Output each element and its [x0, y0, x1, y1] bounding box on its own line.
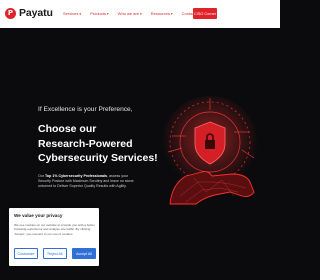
cookie-buttons: Customize Reject All Accept All	[14, 248, 96, 259]
chevron-down-icon: ▾	[140, 11, 142, 16]
ciso-corner-button[interactable]: CISO Corner	[193, 8, 217, 19]
logo-mark-icon: P	[5, 7, 16, 19]
accept-all-button[interactable]: Accept All	[72, 248, 96, 259]
cookie-title: We value your privacy	[14, 213, 63, 218]
top-navbar: P Payatu Services ▾ Products ▾ Who we ar…	[0, 0, 280, 28]
chevron-down-icon: ▾	[79, 11, 82, 16]
hero-headline: Choose our Research-Powered Cybersecurit…	[38, 122, 158, 166]
nav-item-resources[interactable]: Resources ▾	[151, 11, 173, 16]
nav-item-label: Who we are	[117, 11, 140, 16]
desc-bold: Top 1% Cybersecurity Professionals	[45, 174, 108, 178]
nav-item-label: Services	[63, 11, 79, 16]
chevron-down-icon: ▾	[170, 11, 173, 16]
hero-description: Our Top 1% Cybersecurity Professionals, …	[38, 174, 138, 190]
hand-shield-illustration	[162, 96, 258, 205]
customize-button[interactable]: Customize	[14, 248, 38, 259]
cookie-text: We use cookies on our website to provide…	[14, 223, 95, 236]
nav-item-label: Products	[90, 11, 106, 16]
lock-body-icon	[205, 140, 215, 149]
brand-name: Payatu	[19, 7, 53, 19]
headline-line: Cybersecurity Services!	[38, 152, 158, 164]
chevron-down-icon: ▾	[106, 11, 109, 16]
nav-item-services[interactable]: Services ▾	[63, 11, 81, 16]
headline-line: Choose our	[38, 123, 97, 135]
reject-all-button[interactable]: Reject All	[43, 248, 67, 259]
nav-item-who-we-are[interactable]: Who we are ▾	[118, 11, 142, 16]
desc-prefix: Our	[38, 174, 45, 178]
nav-item-label: Resources	[150, 11, 170, 16]
brand-logo[interactable]: P Payatu	[5, 7, 53, 19]
cookie-consent-banner: We value your privacy We use cookies on …	[9, 208, 99, 266]
headline-line: Research-Powered	[38, 137, 133, 150]
hero-tagline: If Excellence is your Preference,	[38, 106, 133, 113]
nav-item-products[interactable]: Products ▾	[90, 11, 109, 16]
main-nav: Services ▾ Products ▾ Who we are ▾ Resou…	[63, 11, 210, 16]
